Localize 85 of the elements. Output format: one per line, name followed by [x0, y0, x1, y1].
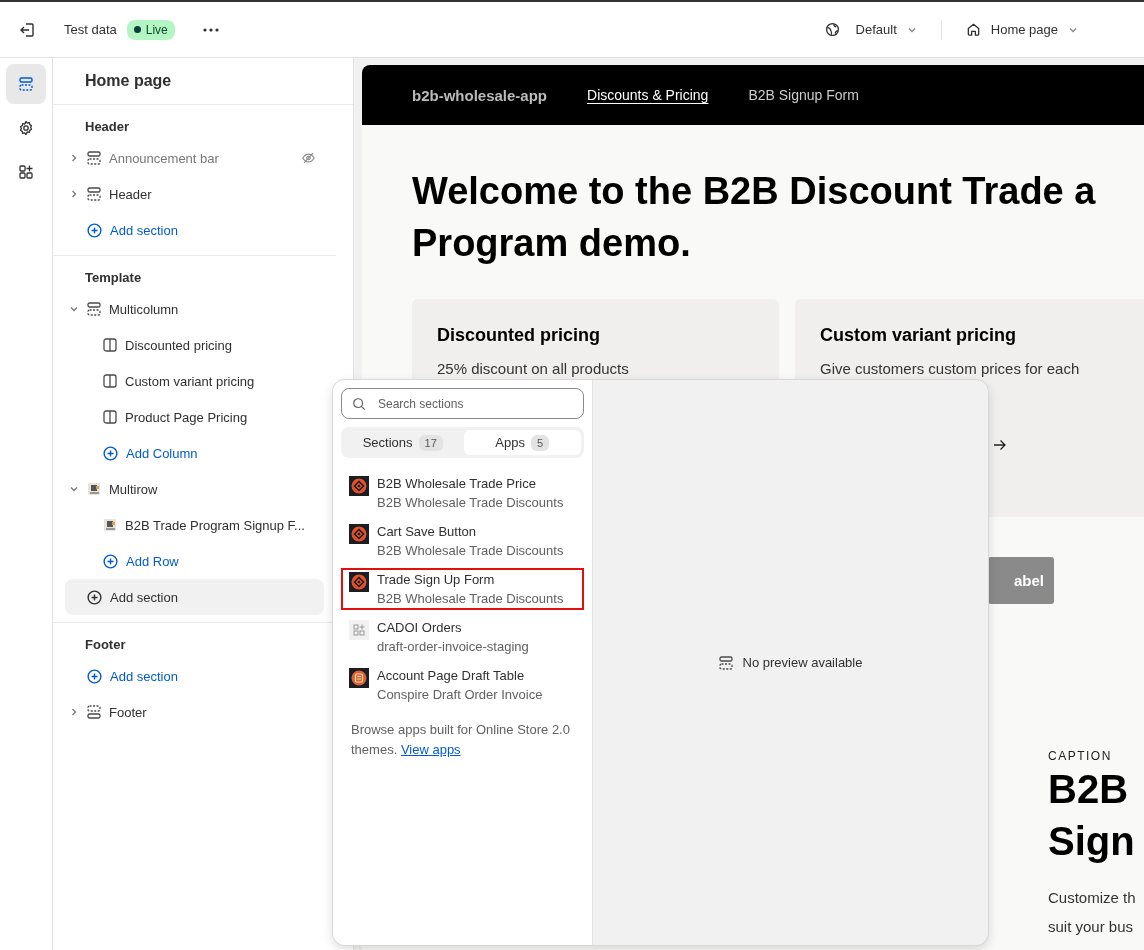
card-title: Custom variant pricing	[820, 325, 1018, 346]
section-icon	[87, 187, 101, 201]
arrow-icon	[993, 439, 1007, 451]
section-item[interactable]: Header	[65, 176, 324, 212]
app-block-item[interactable]: Account Page Draft Table Conspire Draft Order Invoice	[341, 664, 584, 706]
hidden-eye-icon[interactable]	[301, 151, 316, 165]
store-name: Test data	[64, 22, 117, 37]
app-logo-icon	[349, 476, 369, 496]
add-section-button[interactable]: Add section	[65, 579, 324, 615]
empty-preview-text: No preview available	[742, 655, 863, 670]
app-block-item[interactable]: Trade Sign Up Form B2B Wholesale Trade Discounts	[341, 568, 584, 610]
card-text: 25% discount on all products	[437, 360, 630, 377]
block-item[interactable]: Custom variant pricing	[65, 363, 324, 399]
add-icon	[87, 668, 102, 684]
column-icon	[103, 338, 117, 352]
section-item[interactable]: Multirow	[65, 471, 324, 507]
group-title: Footer	[84, 636, 127, 654]
view-apps-link[interactable]: View apps	[400, 742, 461, 757]
nav-link[interactable]: B2B Signup Form	[748, 87, 859, 103]
add-icon	[103, 553, 118, 569]
app-thumbnail-icon	[103, 518, 117, 532]
add-icon	[87, 589, 102, 605]
app-logo-icon	[349, 524, 369, 544]
group-title: Template	[84, 269, 143, 287]
section-text: Customize th	[1048, 888, 1136, 908]
count-badge: 5	[531, 434, 550, 451]
page-dropdown[interactable]: Home page	[957, 16, 1086, 43]
add-block-button[interactable]: Add Column	[65, 435, 324, 471]
theme-dropdown[interactable]: Default	[816, 16, 925, 43]
app-block-item[interactable]: B2B Wholesale Trade Price B2B Wholesale Trade Discounts	[341, 472, 584, 514]
sections-icon	[18, 76, 34, 92]
count-badge: 17	[418, 434, 443, 451]
app-thumbnail-icon	[87, 482, 101, 496]
section-item[interactable]: Footer	[65, 694, 324, 730]
chevron-right-icon[interactable]	[69, 707, 79, 717]
app-block-item[interactable]: Cart Save Button B2B Wholesale Trade Discounts	[341, 520, 584, 562]
globe-icon	[824, 22, 840, 37]
chevron-down-icon[interactable]	[69, 304, 79, 314]
chevron-down-icon[interactable]	[69, 484, 79, 494]
section-heading: B2B	[1048, 766, 1129, 813]
more-icon[interactable]	[202, 27, 219, 32]
search-icon	[352, 397, 366, 411]
status-badge: Live	[126, 19, 175, 40]
hero-heading: Program demo.	[412, 221, 691, 266]
apps-icon	[18, 164, 34, 180]
app-logo-icon	[349, 572, 369, 592]
exit-icon[interactable]	[18, 20, 36, 39]
section-icon	[718, 655, 733, 670]
block-item[interactable]: B2B Trade Program Signup F...	[65, 507, 324, 543]
section-icon	[87, 705, 101, 719]
section-item[interactable]: Announcement bar	[65, 140, 324, 176]
hero-heading: Welcome to the B2B Discount Trade a	[412, 169, 1096, 214]
section-icon	[87, 302, 101, 316]
add-section-button[interactable]: Add section	[65, 658, 324, 694]
app-logo-icon	[349, 620, 369, 640]
section-text: suit your bus	[1048, 917, 1134, 937]
browse-apps-text: Browse apps built for Online Store 2.0 themes. View apps	[351, 721, 571, 759]
card-text: Give customers custom prices for each	[820, 360, 1081, 377]
caption: CAPTION	[1048, 749, 1112, 763]
section-icon	[87, 151, 101, 165]
card-title: Discounted pricing	[437, 325, 601, 346]
chevron-right-icon[interactable]	[69, 189, 79, 199]
settings-icon	[18, 120, 34, 136]
add-section-button[interactable]: Add section	[65, 212, 324, 248]
picker-tab[interactable]: Sections 17	[344, 430, 462, 455]
store-brand: b2b-wholesale-app	[412, 86, 548, 104]
picker-tab[interactable]: Apps 5	[463, 430, 581, 455]
section-item[interactable]: Multicolumn	[65, 291, 324, 327]
add-block-button[interactable]: Add Row	[65, 543, 324, 579]
add-icon	[103, 445, 118, 461]
column-icon	[103, 410, 117, 424]
add-icon	[87, 222, 102, 238]
search-field[interactable]: Search sections	[341, 388, 584, 419]
group-title: Header	[84, 118, 131, 136]
block-item[interactable]: Product Page Pricing	[65, 399, 324, 435]
home-icon	[965, 22, 981, 37]
app-block-item[interactable]: CADOI Orders draft-order-invoice-staging	[341, 616, 584, 658]
block-item[interactable]: Discounted pricing	[65, 327, 324, 363]
app-logo-icon	[349, 668, 369, 688]
sections-tab[interactable]	[6, 64, 46, 104]
section-heading: Sign	[1048, 818, 1135, 865]
nav-link[interactable]: Discounts & Pricing	[587, 87, 709, 103]
chevron-right-icon[interactable]	[69, 153, 79, 163]
panel-title: Home page	[53, 58, 353, 105]
column-icon	[103, 374, 117, 388]
